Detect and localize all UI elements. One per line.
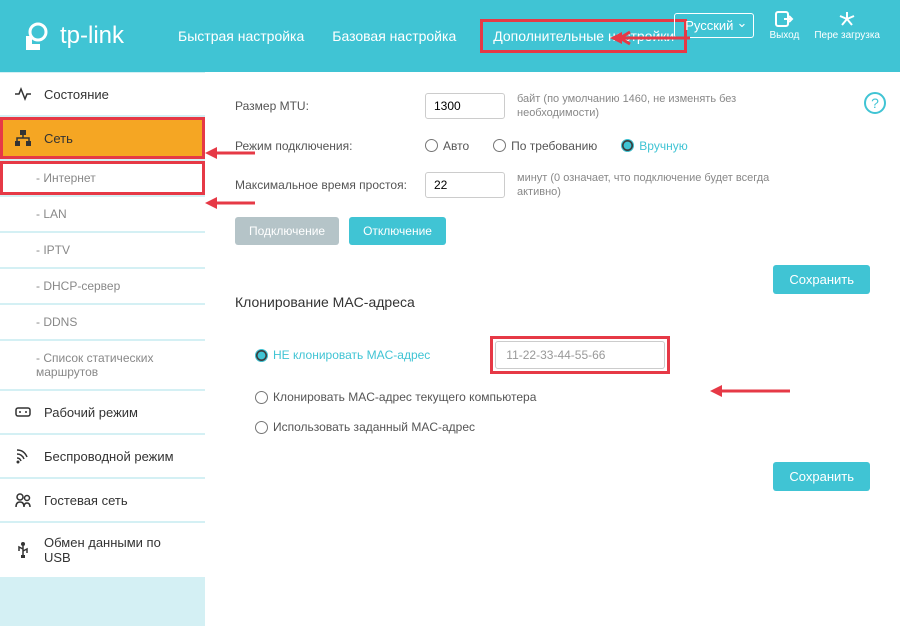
mac-clone-pc-row: Клонировать MAC-адрес текущего компьютер… (235, 382, 870, 412)
brand-text: tp-link (60, 22, 124, 50)
mtu-input[interactable] (425, 93, 505, 119)
reload-icon (837, 10, 857, 28)
tabs: Быстрая настройка Базовая настройка Допо… (174, 19, 687, 53)
tab-advanced-setup[interactable]: Дополнительные настройки (480, 19, 687, 53)
disconnect-button[interactable]: Отключение (349, 217, 446, 245)
language-select[interactable]: Русский (674, 13, 754, 38)
idle-input[interactable] (425, 172, 505, 198)
sidebar-sub-dhcp[interactable]: - DHCP-сервер (0, 269, 205, 303)
exit-icon (774, 10, 794, 28)
radio-mac-no-clone[interactable]: НЕ клонировать MAC-адрес (255, 348, 430, 362)
connect-button[interactable]: Подключение (235, 217, 339, 245)
mode-icon (14, 403, 32, 421)
sidebar-sub-lan[interactable]: - LAN (0, 197, 205, 231)
sidebar-item-guest[interactable]: Гостевая сеть (0, 479, 205, 521)
help-icon[interactable]: ? (864, 92, 886, 114)
save-button-2[interactable]: Сохранить (773, 462, 870, 491)
sidebar-sub-iptv[interactable]: - IPTV (0, 233, 205, 267)
sidebar-item-mode[interactable]: Рабочий режим (0, 391, 205, 433)
tab-basic-setup[interactable]: Базовая настройка (328, 19, 460, 53)
save-button-1[interactable]: Сохранить (773, 265, 870, 294)
connection-mode-row: Режим подключения: Авто По требованию Вр… (235, 139, 870, 153)
logo: tp-link (20, 20, 124, 52)
network-icon (14, 129, 32, 147)
main: Состояние Сеть - Интернет - LAN - IPTV -… (0, 72, 900, 626)
logout-button[interactable]: Выход (769, 10, 799, 41)
mtu-hint: байт (по умолчанию 1460, не изменять без… (517, 92, 777, 121)
idle-row: Максимальное время простоя: минут (0 озн… (235, 171, 870, 200)
status-icon (14, 85, 32, 103)
mac-no-clone-row: НЕ клонировать MAC-адрес (235, 328, 870, 382)
idle-hint: минут (0 означает, что подключение будет… (517, 171, 777, 200)
content: ? Размер MTU: байт (по умолчанию 1460, н… (205, 72, 900, 626)
header-right: Русский Выход Пере загрузка (674, 10, 880, 41)
tab-quick-setup[interactable]: Быстрая настройка (174, 19, 308, 53)
radio-auto[interactable]: Авто (425, 139, 469, 153)
mtu-label: Размер MTU: (235, 99, 425, 113)
mtu-row: Размер MTU: байт (по умолчанию 1460, не … (235, 92, 870, 121)
radio-manual[interactable]: Вручную (621, 139, 687, 153)
idle-label: Максимальное время простоя: (235, 178, 425, 192)
wifi-icon (14, 447, 32, 465)
usb-icon (14, 541, 32, 559)
radio-mac-clone-pc[interactable]: Клонировать MAC-адрес текущего компьютер… (255, 390, 536, 404)
sidebar: Состояние Сеть - Интернет - LAN - IPTV -… (0, 72, 205, 626)
mac-clone-title: Клонирование MAC-адреса (235, 294, 870, 310)
guest-icon (14, 491, 32, 509)
connection-buttons: Подключение Отключение (235, 217, 870, 245)
sidebar-sub-ddns[interactable]: - DDNS (0, 305, 205, 339)
sidebar-item-wireless[interactable]: Беспроводной режим (0, 435, 205, 477)
sidebar-sub-internet[interactable]: - Интернет (0, 161, 205, 195)
header: tp-link Быстрая настройка Базовая настро… (0, 0, 900, 72)
tplink-logo-icon (20, 20, 52, 52)
radio-mac-custom[interactable]: Использовать заданный MAC-адрес (255, 420, 475, 434)
radio-demand[interactable]: По требованию (493, 139, 597, 153)
connection-mode-label: Режим подключения: (235, 139, 425, 153)
sidebar-item-network[interactable]: Сеть (0, 117, 205, 159)
sidebar-sub-routes[interactable]: - Список статических маршрутов (0, 341, 205, 389)
mac-input[interactable] (495, 341, 665, 369)
sidebar-item-usb[interactable]: Обмен данными по USB (0, 523, 205, 577)
sidebar-item-status[interactable]: Состояние (0, 73, 205, 115)
mac-custom-row: Использовать заданный MAC-адрес (235, 412, 870, 442)
reload-button[interactable]: Пере загрузка (814, 10, 880, 41)
